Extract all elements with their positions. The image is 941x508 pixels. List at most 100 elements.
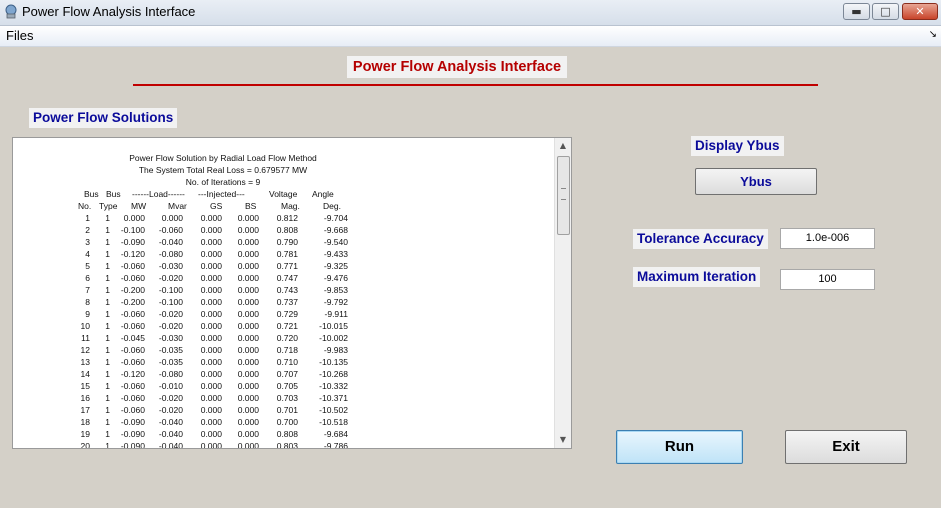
table-cell: 1	[105, 297, 110, 307]
table-row: 6 1 -0.060 -0.020 0.000 0.000 0.747 -9.476	[73, 272, 373, 284]
table-cell: 15	[80, 381, 90, 391]
menu-bar: Files ↘	[0, 26, 941, 47]
table-cell: 0.000	[237, 225, 259, 235]
table-row: 5 1 -0.060 -0.030 0.000 0.000 0.771 -9.325	[73, 260, 373, 272]
minimize-button[interactable]: ▬	[843, 3, 870, 20]
table-cell: 0.000	[237, 321, 259, 331]
solutions-label: Power Flow Solutions	[29, 108, 178, 128]
table-cell: -0.090	[120, 417, 145, 427]
col-angle: Angle	[312, 189, 334, 199]
table-row: 12 1 -0.060 -0.035 0.000 0.000 0.718 -9.983	[73, 344, 373, 356]
table-cell: -0.100	[158, 297, 183, 307]
table-cell: 1	[105, 249, 110, 259]
table-row: 3 1 -0.090 -0.040 0.000 0.000 0.790 -9.540	[73, 236, 373, 248]
table-cell: -0.035	[158, 345, 183, 355]
table-cell: 1	[105, 309, 110, 319]
close-icon: ✕	[915, 5, 925, 18]
table-cell: -0.030	[158, 261, 183, 271]
solution-heading-2: The System Total Real Loss = 0.679577 MW	[138, 165, 308, 175]
table-cell: 0.000	[200, 285, 222, 295]
table-cell: 0.000	[237, 213, 259, 223]
table-row: 20 1 -0.090 -0.040 0.000 0.000 0.803 -9.786	[73, 440, 373, 449]
table-cell: 0.000	[200, 333, 222, 343]
table-cell: 0.720	[276, 333, 298, 343]
table-cell: 4	[85, 249, 90, 259]
table-cell: -0.060	[158, 225, 183, 235]
table-cell: 0.000	[200, 225, 222, 235]
table-cell: 0.000	[237, 393, 259, 403]
table-cell: -10.332	[319, 381, 348, 391]
table-cell: -9.668	[323, 225, 348, 235]
table-row: 4 1 -0.120 -0.080 0.000 0.000 0.781 -9.433	[73, 248, 373, 260]
table-cell: -0.020	[158, 393, 183, 403]
table-cell: -0.060	[120, 321, 145, 331]
tolerance-input[interactable]: 1.0e-006	[780, 228, 875, 249]
menu-files[interactable]: Files	[6, 28, 33, 43]
table-cell: 0.747	[276, 273, 298, 283]
table-cell: -9.540	[323, 237, 348, 247]
table-cell: 10	[80, 321, 90, 331]
title-bar: Power Flow Analysis Interface ▬ □ ✕	[0, 0, 941, 26]
run-button[interactable]: Run	[616, 430, 743, 464]
table-cell: 0.000	[237, 285, 259, 295]
table-cell: -9.476	[323, 273, 348, 283]
table-cell: 1	[105, 273, 110, 283]
table-cell: 1	[105, 441, 110, 449]
table-cell: -0.020	[158, 309, 183, 319]
table-cell: 1	[85, 213, 90, 223]
menu-overflow-icon[interactable]: ↘	[929, 29, 937, 40]
table-row: 1 1 0.000 0.000 0.000 0.000 0.812 -9.704	[73, 212, 373, 224]
close-button[interactable]: ✕	[902, 3, 938, 20]
table-cell: 0.701	[276, 405, 298, 415]
table-row: 9 1 -0.060 -0.020 0.000 0.000 0.729 -9.911	[73, 308, 373, 320]
table-cell: -10.518	[319, 417, 348, 427]
column-header-row-2: No. Type MW Mvar GS BS Mag. Deg.	[73, 200, 373, 212]
col-injected: ---Injected---	[198, 189, 245, 199]
table-cell: 0.737	[276, 297, 298, 307]
solutions-scrollbar[interactable]: ▲ ▼	[554, 138, 571, 448]
col-type: Type	[99, 201, 118, 211]
table-cell: 0.000	[237, 369, 259, 379]
solutions-textbox[interactable]: Power Flow Solution by Radial Load Flow …	[12, 137, 572, 449]
max-iteration-input[interactable]: 100	[780, 269, 875, 290]
table-cell: -9.792	[323, 297, 348, 307]
col-mag: Mag.	[281, 201, 300, 211]
table-cell: 1	[105, 345, 110, 355]
table-cell: 1	[105, 393, 110, 403]
table-cell: -10.135	[319, 357, 348, 367]
scroll-down-icon[interactable]: ▼	[555, 432, 571, 448]
table-cell: 0.000	[200, 441, 222, 449]
table-cell: -0.060	[120, 393, 145, 403]
table-cell: 0.000	[237, 333, 259, 343]
scroll-thumb[interactable]	[557, 156, 570, 235]
solution-heading-1: Power Flow Solution by Radial Load Flow …	[129, 153, 317, 163]
table-cell: -0.060	[120, 273, 145, 283]
table-cell: -0.200	[120, 297, 145, 307]
table-cell: -9.983	[323, 345, 348, 355]
table-cell: 0.718	[276, 345, 298, 355]
table-cell: 0.729	[276, 309, 298, 319]
table-cell: 0.000	[161, 213, 183, 223]
scroll-up-icon[interactable]: ▲	[555, 138, 571, 154]
table-cell: -10.268	[319, 369, 348, 379]
table-cell: -9.325	[323, 261, 348, 271]
table-cell: 1	[105, 237, 110, 247]
table-cell: -0.040	[158, 441, 183, 449]
table-row: 19 1 -0.090 -0.040 0.000 0.000 0.808 -9.684	[73, 428, 373, 440]
exit-button[interactable]: Exit	[785, 430, 907, 464]
table-cell: 0.000	[200, 297, 222, 307]
table-cell: -0.090	[120, 429, 145, 439]
ybus-button[interactable]: Ybus	[695, 168, 817, 195]
maximize-button[interactable]: □	[872, 3, 899, 20]
table-cell: 0.771	[276, 261, 298, 271]
table-cell: 8	[85, 297, 90, 307]
table-row: 17 1 -0.060 -0.020 0.000 0.000 0.701 -10.502	[73, 404, 373, 416]
table-row: 14 1 -0.120 -0.080 0.000 0.000 0.707 -10.268	[73, 368, 373, 380]
table-cell: 13	[80, 357, 90, 367]
table-cell: 1	[105, 357, 110, 367]
col-load: ------Load------	[132, 189, 185, 199]
page-title: Power Flow Analysis Interface	[347, 56, 567, 78]
table-cell: 3	[85, 237, 90, 247]
table-cell: -0.080	[158, 249, 183, 259]
table-cell: -0.120	[120, 249, 145, 259]
